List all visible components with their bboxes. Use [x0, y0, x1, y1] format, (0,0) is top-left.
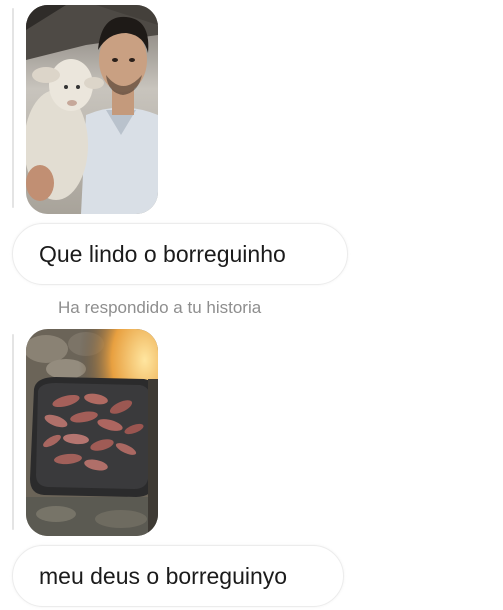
story-thumbnail-lamb[interactable] [26, 5, 158, 214]
message-text: meu deus o borreguinyo [39, 562, 288, 589]
message-bubble[interactable]: Que lindo o borreguinho [12, 223, 348, 285]
message-text: Que lindo o borreguinho [39, 240, 286, 267]
story-reply-status: Ha respondido a tu historia [58, 298, 262, 317]
story-reply-indicator [12, 334, 14, 530]
chat-thread: Que lindo o borreguinho Ha respondido a … [0, 0, 503, 610]
message-bubble[interactable]: meu deus o borreguinyo [12, 545, 344, 607]
story-image [26, 5, 158, 214]
story-reply-indicator [12, 8, 14, 208]
story-image [26, 329, 158, 536]
story-thumbnail-grill[interactable] [26, 329, 158, 536]
